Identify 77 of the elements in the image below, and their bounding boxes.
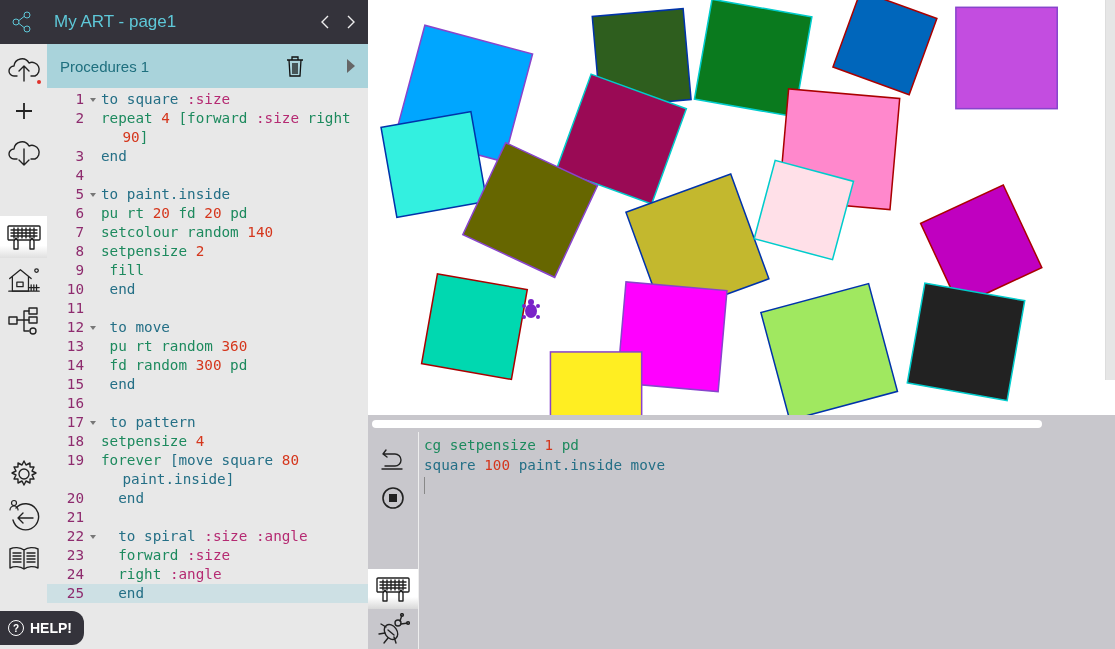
- code-line: setpensize 4: [101, 432, 206, 451]
- turtle-icon: [520, 298, 542, 322]
- trash-icon[interactable]: [286, 55, 304, 77]
- line-number: 19: [65, 451, 84, 470]
- code-line: end: [108, 375, 137, 394]
- line-number: 21: [65, 508, 84, 527]
- code-line: end: [117, 489, 146, 508]
- fold-icon[interactable]: [89, 192, 96, 197]
- code-line: forward :size: [117, 546, 232, 565]
- console-line: cg setpensize 1 pd: [424, 436, 580, 455]
- code-line: right :angle: [117, 565, 223, 584]
- code-line: pu rt 20 fd 20 pd: [101, 204, 249, 223]
- line-number: 16: [65, 394, 84, 413]
- console-tool-button[interactable]: [368, 569, 418, 609]
- book-icon: [7, 545, 40, 571]
- line-number: 18: [65, 432, 84, 451]
- fold-icon[interactable]: [89, 534, 96, 539]
- fold-icon[interactable]: [89, 420, 96, 425]
- line-number: 6: [74, 204, 84, 223]
- keyboard-icon: [375, 575, 411, 603]
- bug-icon: [376, 613, 410, 645]
- line-number: 7: [74, 223, 84, 242]
- line-number: 14: [65, 356, 84, 375]
- code-line: to move: [108, 318, 171, 337]
- keyboard-icon: [5, 223, 42, 251]
- line-number: 15: [65, 375, 84, 394]
- line-number: 10: [65, 280, 84, 299]
- line-number: 22: [65, 527, 84, 546]
- line-number: 8: [74, 242, 84, 261]
- tool-button[interactable]: [0, 216, 47, 258]
- previous-page-icon[interactable]: [320, 15, 329, 29]
- code-line: setpensize 2: [101, 242, 206, 261]
- code-line: setcolour random 140: [101, 223, 275, 242]
- page-title: My ART - page1: [54, 12, 178, 32]
- line-number: 25: [65, 584, 84, 603]
- vertical-scrollbar[interactable]: [1105, 0, 1115, 380]
- code-line: to pattern: [108, 413, 197, 432]
- cloud-upload-icon: [6, 55, 41, 83]
- help-button[interactable]: ? HELP!: [0, 611, 84, 645]
- line-number: 3: [74, 147, 84, 166]
- code-line: to spiral :size :angle: [117, 527, 309, 546]
- line-number: 11: [65, 299, 84, 318]
- fold-icon[interactable]: [89, 97, 96, 102]
- code-line: to paint.inside: [101, 185, 232, 204]
- fold-icon[interactable]: [89, 325, 96, 330]
- code-line: end: [117, 584, 146, 603]
- text-cursor: [424, 477, 425, 494]
- code-line: to square :size: [101, 90, 232, 109]
- code-line: fd random 300 pd: [108, 356, 249, 375]
- code-line: end: [108, 280, 137, 299]
- horizontal-scrollbar[interactable]: [372, 419, 1042, 428]
- console-line: square 100 paint.inside move: [424, 456, 666, 475]
- line-number: 13: [65, 337, 84, 356]
- line-number: 24: [65, 565, 84, 584]
- code-line: repeat 4 [forward :size right 90]: [101, 109, 352, 147]
- stop-icon: [381, 486, 405, 510]
- line-number: 1: [74, 90, 84, 109]
- code-line: pu rt random 360: [108, 337, 249, 356]
- code-line: end: [101, 147, 128, 166]
- cloud-download-icon: [6, 138, 41, 168]
- line-number: 9: [74, 261, 84, 280]
- procedures-tab[interactable]: Procedures 1: [60, 57, 286, 75]
- house-icon: [6, 265, 41, 293]
- next-page-icon[interactable]: [347, 15, 356, 29]
- line-number: 12: [65, 318, 84, 337]
- line-number: 5: [74, 185, 84, 204]
- share-icon[interactable]: [12, 11, 32, 33]
- exit-icon: [6, 499, 41, 533]
- code-line: fill: [108, 261, 146, 280]
- line-number: 17: [65, 413, 84, 432]
- line-number: 2: [74, 109, 84, 128]
- tree-diagram-icon: [6, 306, 41, 336]
- run-icon[interactable]: [346, 58, 356, 74]
- line-number: 20: [65, 489, 84, 508]
- line-number: 4: [74, 166, 84, 185]
- line-number: 23: [65, 546, 84, 565]
- plus-icon: [13, 101, 34, 121]
